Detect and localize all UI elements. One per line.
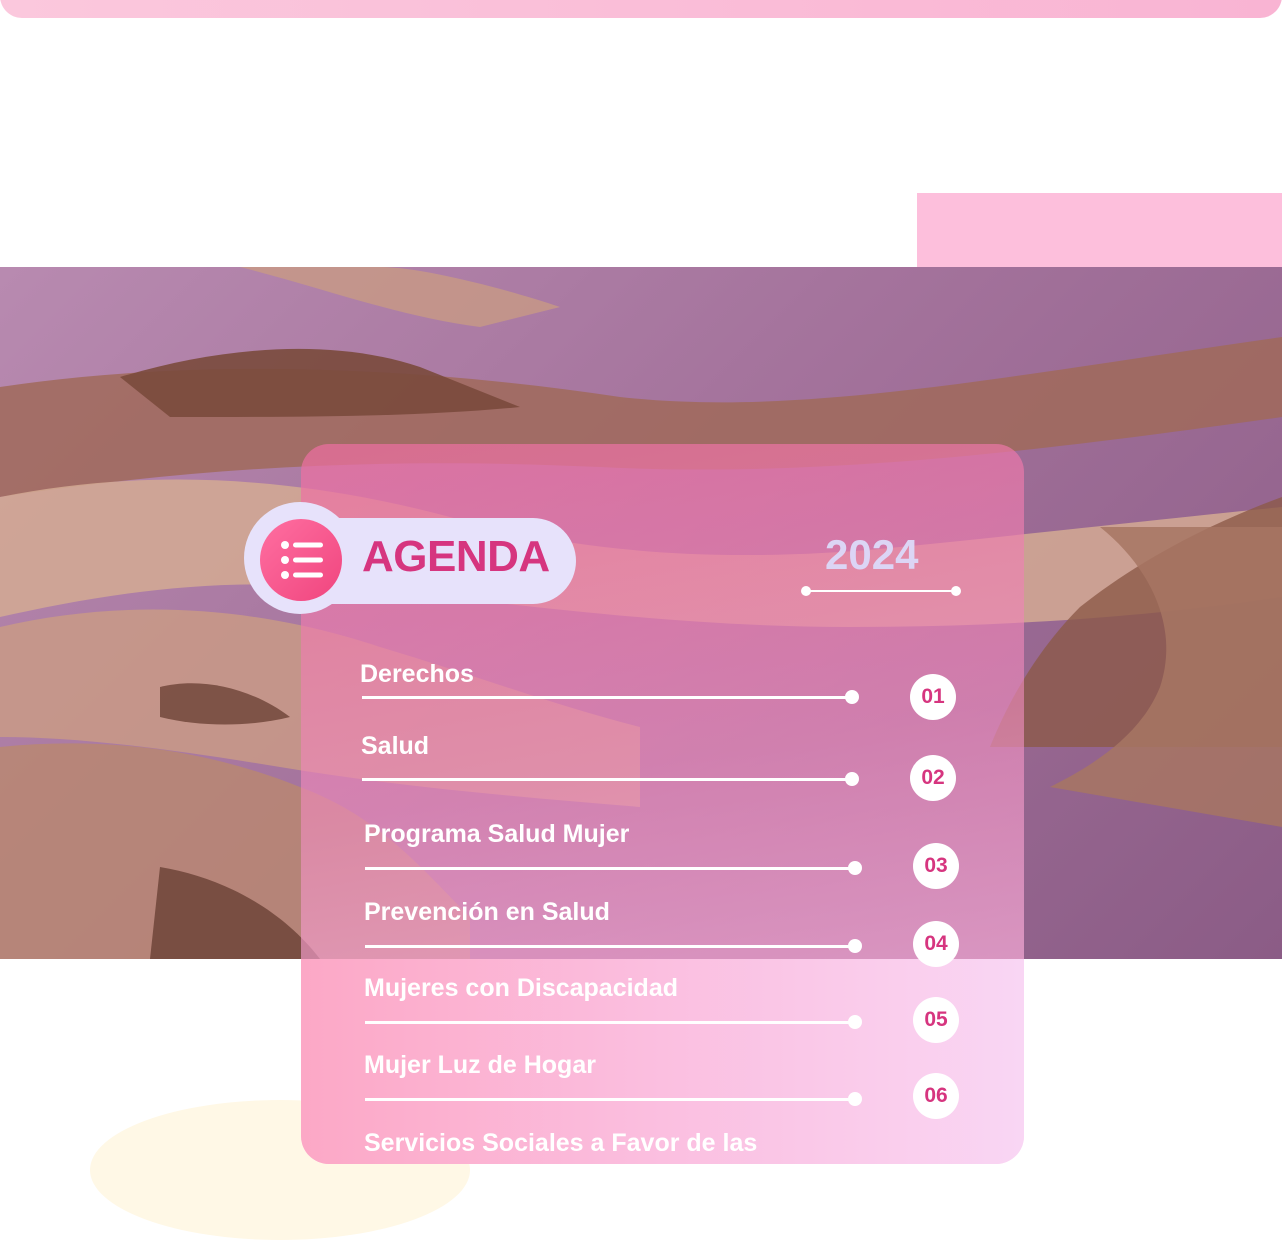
item-dot [845,690,859,704]
item-line [365,867,855,870]
list-icon-badge [260,519,342,601]
agenda-item-salud[interactable]: Salud [361,732,429,761]
agenda-item-programa-salud-mujer[interactable]: Programa Salud Mujer [364,820,629,849]
item-number-badge: 04 [913,921,959,967]
agenda-item-mujeres-con-discapacidad[interactable]: Mujeres con Discapacidad [364,974,678,1003]
item-line [362,696,852,699]
item-line [365,1098,855,1101]
item-number-badge: 06 [913,1073,959,1119]
agenda-item-servicios-sociales[interactable]: Servicios Sociales a Favor de las [364,1129,757,1158]
item-number-badge: 01 [910,674,956,720]
item-dot [848,1092,862,1106]
item-number-badge: 03 [913,843,959,889]
top-banner [0,0,1282,18]
item-line [365,1021,855,1024]
year-line-dot-start [801,586,811,596]
agenda-title: AGENDA [362,532,550,581]
item-line [365,945,855,948]
item-line [362,778,852,781]
pink-accent-block [917,193,1282,268]
item-dot [848,861,862,875]
item-dot [848,939,862,953]
item-dot [845,772,859,786]
agenda-item-prevencion-en-salud[interactable]: Prevención en Salud [364,898,610,927]
year-line-dot-end [951,586,961,596]
agenda-item-mujer-luz-de-hogar[interactable]: Mujer Luz de Hogar [364,1051,596,1080]
item-number-badge: 02 [910,755,956,801]
item-number-badge: 05 [913,997,959,1043]
agenda-item-derechos[interactable]: Derechos [360,660,474,689]
list-icon [281,541,323,579]
item-dot [848,1015,862,1029]
year-label: 2024 [825,531,919,578]
year-underline [806,590,957,592]
